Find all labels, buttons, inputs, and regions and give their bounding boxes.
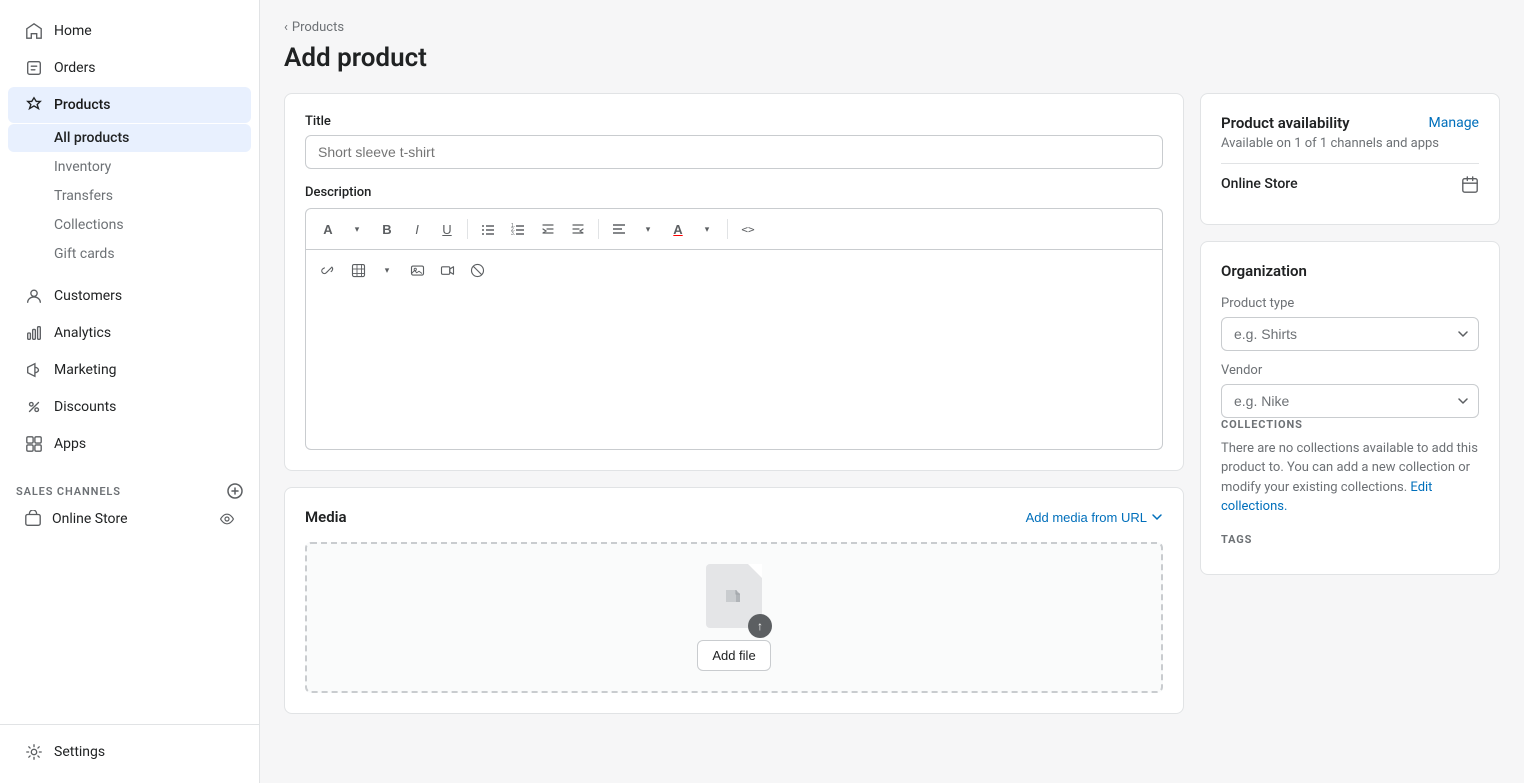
settings-icon: [24, 742, 44, 762]
sidebar-item-transfers[interactable]: Transfers: [8, 182, 251, 210]
toolbar-ul-button[interactable]: [474, 215, 502, 243]
toolbar-separator-2: [598, 219, 599, 239]
sidebar-item-home[interactable]: Home: [8, 13, 251, 49]
calendar-icon[interactable]: [1461, 174, 1479, 194]
toolbar-ol-button[interactable]: 1.2.3.: [504, 215, 532, 243]
toolbar-italic-button[interactable]: I: [403, 215, 431, 243]
main-content: ‹ Products Add product Title Description…: [260, 0, 1524, 783]
toolbar-image-button[interactable]: [403, 256, 431, 284]
toolbar-text-color-button[interactable]: A: [664, 215, 692, 243]
product-details-card: Title Description A ▾ B I U: [284, 93, 1184, 471]
sidebar-item-inventory[interactable]: Inventory: [8, 153, 251, 181]
toolbar-table-button[interactable]: [344, 256, 372, 284]
product-type-label: Product type: [1221, 296, 1479, 311]
toolbar-bold-button[interactable]: B: [373, 215, 401, 243]
sidebar-item-online-store[interactable]: Online Store: [8, 504, 251, 534]
add-sales-channel-button[interactable]: [227, 483, 243, 499]
online-store-icon: [24, 510, 42, 528]
sales-channels-label: SALES CHANNELS: [0, 471, 259, 503]
sidebar-item-marketing[interactable]: Marketing: [8, 352, 251, 388]
customers-icon: [24, 286, 44, 306]
media-header: Media Add media from URL: [305, 508, 1163, 526]
home-icon: [24, 21, 44, 41]
breadcrumb[interactable]: ‹ Products: [284, 20, 1500, 35]
collections-description: There are no collections available to ad…: [1221, 439, 1479, 517]
toolbar-code-button[interactable]: <>: [734, 215, 762, 243]
sidebar-item-customers[interactable]: Customers: [8, 278, 251, 314]
upload-icon: ↑: [706, 564, 762, 628]
organization-title: Organization: [1221, 262, 1479, 280]
vendor-label: Vendor: [1221, 363, 1479, 378]
sidebar-item-analytics[interactable]: Analytics: [8, 315, 251, 351]
svg-text:3.: 3.: [511, 231, 515, 236]
products-icon: [24, 95, 44, 115]
channel-row: Online Store: [1221, 163, 1479, 204]
online-store-eye-icon[interactable]: [219, 511, 235, 527]
toolbar-separator-1: [467, 219, 468, 239]
toolbar-separator-3: [727, 219, 728, 239]
availability-subtitle: Available on 1 of 1 channels and apps: [1221, 136, 1479, 151]
upload-drop-zone[interactable]: ↑ Add file: [305, 542, 1163, 693]
editor-toolbar-row2: ▾: [305, 249, 1163, 290]
sidebar-item-discounts[interactable]: Discounts: [8, 389, 251, 425]
vendor-select[interactable]: e.g. Nike: [1221, 384, 1479, 418]
editor-toolbar: A ▾ B I U 1.2.3.: [305, 208, 1163, 249]
toolbar-underline-button[interactable]: U: [433, 215, 461, 243]
toolbar-block-button[interactable]: [463, 256, 491, 284]
sidebar-item-gift-cards[interactable]: Gift cards: [8, 240, 251, 268]
toolbar-table-arrow-button[interactable]: ▾: [373, 256, 401, 284]
sidebar: Home Orders Products All products Invent…: [0, 0, 260, 783]
analytics-icon: [24, 323, 44, 343]
toolbar-indent-decrease-button[interactable]: [534, 215, 562, 243]
orders-icon: [24, 58, 44, 78]
description-editor[interactable]: [305, 290, 1163, 450]
description-label: Description: [305, 185, 1163, 200]
product-type-select[interactable]: e.g. Shirts: [1221, 317, 1479, 351]
toolbar-align-arrow-button[interactable]: ▾: [634, 215, 662, 243]
availability-card: Product availability Manage Available on…: [1200, 93, 1500, 225]
breadcrumb-chevron: ‹: [284, 20, 288, 35]
organization-card: Organization Product type e.g. Shirts Ve…: [1200, 241, 1500, 575]
media-title: Media: [305, 508, 347, 526]
channel-name: Online Store: [1221, 176, 1298, 192]
toolbar-video-button[interactable]: [433, 256, 461, 284]
add-file-button[interactable]: Add file: [697, 640, 770, 671]
sidebar-item-products[interactable]: Products: [8, 87, 251, 123]
discounts-icon: [24, 397, 44, 417]
title-label: Title: [305, 114, 1163, 129]
upload-arrow-icon: ↑: [748, 614, 772, 638]
sidebar-item-settings[interactable]: Settings: [8, 734, 251, 770]
marketing-icon: [24, 360, 44, 380]
toolbar-font-arrow-button[interactable]: ▾: [343, 215, 371, 243]
toolbar-align-button[interactable]: [605, 215, 633, 243]
toolbar-link-button[interactable]: [314, 256, 342, 284]
sidebar-item-apps[interactable]: Apps: [8, 426, 251, 462]
sidebar-item-all-products[interactable]: All products: [8, 124, 251, 152]
sidebar-item-orders[interactable]: Orders: [8, 50, 251, 86]
title-input[interactable]: [305, 135, 1163, 169]
tags-section-title: TAGS: [1221, 533, 1479, 546]
availability-header: Product availability Manage: [1221, 114, 1479, 132]
sidebar-item-collections[interactable]: Collections: [8, 211, 251, 239]
page-title: Add product: [284, 43, 1500, 73]
manage-link[interactable]: Manage: [1429, 115, 1479, 131]
add-media-url-button[interactable]: Add media from URL: [1026, 510, 1163, 525]
apps-icon: [24, 434, 44, 454]
toolbar-font-button[interactable]: A: [314, 215, 342, 243]
toolbar-text-color-arrow-button[interactable]: ▾: [693, 215, 721, 243]
collections-section-title: COLLECTIONS: [1221, 418, 1479, 431]
availability-title: Product availability: [1221, 114, 1350, 132]
media-card: Media Add media from URL ↑ Add file: [284, 487, 1184, 714]
toolbar-indent-increase-button[interactable]: [564, 215, 592, 243]
